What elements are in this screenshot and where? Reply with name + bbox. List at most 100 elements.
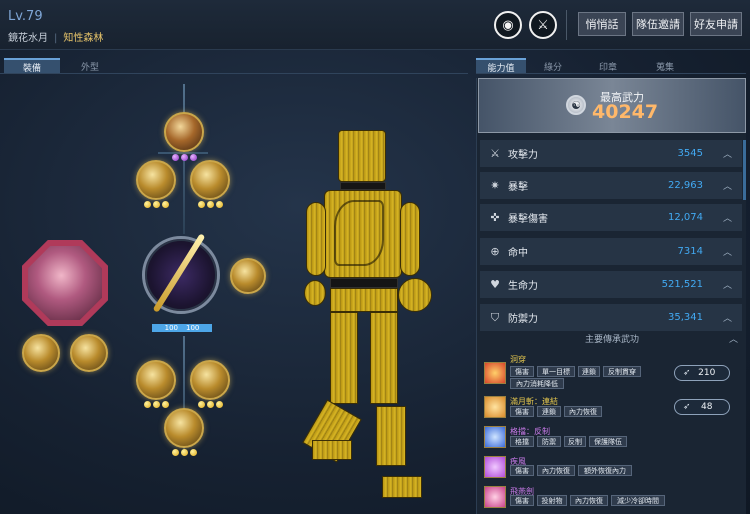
upgrade-dots [138, 401, 174, 409]
character-model[interactable] [290, 120, 470, 510]
stat-value: 35,341 [667, 312, 703, 323]
skill-count: 210 [698, 368, 716, 378]
skill-tag: 反制貫穿 [603, 366, 641, 377]
chevron-up-icon[interactable]: ︿ [723, 245, 732, 258]
stat-label: 暴擊傷害 [508, 214, 548, 225]
stat-value: 3545 [677, 148, 703, 159]
stat-row-critical-damage[interactable]: ✜ 暴擊傷害 12,074 ︿ [480, 204, 742, 232]
skill-tag: 反制 [564, 436, 586, 447]
stat-row-critical[interactable]: ✷ 暴擊 22,963 ︿ [480, 172, 742, 200]
stat-label: 暴擊 [508, 182, 528, 193]
skill-points-icon: ➶ [683, 402, 691, 412]
equip-slot-gloves[interactable] [164, 408, 204, 448]
skill-tag: 傷害 [510, 465, 534, 476]
skill-tag: 防禦 [537, 436, 561, 447]
skill-icon-swallow-sword[interactable] [484, 486, 506, 508]
equip-slot-necklace[interactable] [190, 160, 230, 200]
model-waist [330, 278, 398, 288]
skill-tag: 格擋 [510, 436, 534, 447]
skill-points-icon: ➶ [683, 368, 691, 378]
header-divider [566, 10, 567, 40]
model-right-foot [382, 476, 422, 498]
weapon-durability-bar: 100 100 [152, 324, 212, 332]
critical-damage-icon: ✜ [490, 211, 500, 224]
stat-value: 521,521 [661, 279, 703, 290]
skill-count-pill: ➶ 48 [674, 399, 730, 415]
skill-icon-full-moon-slash[interactable] [484, 396, 506, 418]
stat-value: 22,963 [667, 180, 703, 191]
upgrade-dots [166, 154, 202, 162]
skill-tag: 內力恢復 [570, 495, 608, 506]
model-left-leg [330, 312, 358, 404]
health-icon: ♥ [490, 278, 500, 291]
party-invite-button[interactable]: 隊伍邀請 [632, 12, 684, 36]
skill-count: 48 [701, 402, 713, 412]
stat-row-health[interactable]: ♥ 生命力 521,521 ︿ [480, 271, 742, 299]
tab-appearance[interactable]: 外型 [62, 58, 118, 74]
stat-row-attack[interactable]: ⚔ 攻擊力 3545 ︿ [480, 140, 742, 168]
durability-max: 100 [186, 324, 200, 332]
attack-icon: ⚔ [490, 147, 500, 160]
character-name: 鏡花水月 [8, 33, 48, 44]
emblem-icon[interactable]: ◉ [494, 11, 522, 39]
stat-label: 攻擊力 [508, 150, 538, 161]
equip-slot-ring[interactable] [164, 112, 204, 152]
equip-slot-gem[interactable] [70, 334, 108, 372]
skill-count-pill: ➶ 210 [674, 365, 730, 381]
skill-icon-piercing[interactable] [484, 362, 506, 384]
skill-tag: 減少冷卻時間 [611, 495, 665, 506]
cherry-tree-icon [28, 246, 102, 320]
guild-name: 知性森林 [63, 33, 104, 44]
name-separator: | [54, 33, 58, 44]
right-tab-underline [476, 73, 746, 74]
stat-label: 生命力 [508, 281, 538, 292]
sword-badge-icon[interactable]: ⚔ [529, 11, 557, 39]
skill-tag: 連鎖 [578, 366, 600, 377]
model-left-hand [304, 280, 326, 306]
model-left-arm [306, 202, 326, 276]
chevron-up-icon[interactable]: ︿ [723, 179, 732, 192]
tab-collection[interactable]: 蒐集 [638, 58, 692, 74]
accuracy-icon: ⊕ [490, 245, 500, 258]
equip-slot-soulshield[interactable] [230, 258, 266, 294]
skill-name: 洞穿 [510, 355, 526, 364]
model-right-leg [370, 312, 398, 404]
chevron-up-icon[interactable]: ︿ [723, 311, 732, 324]
friend-request-button[interactable]: 好友申請 [690, 12, 742, 36]
dragon-pattern-icon [334, 200, 384, 266]
tab-stats[interactable]: 能力值 [476, 58, 526, 74]
upgrade-dots [166, 449, 202, 457]
whisper-button[interactable]: 悄悄話 [578, 12, 626, 36]
skill-tag: 傷害 [510, 495, 534, 506]
tab-bonds[interactable]: 綠分 [528, 58, 578, 74]
stat-row-defense[interactable]: ⛉ 防禦力 35,341 ︿ [480, 304, 742, 332]
stat-row-accuracy[interactable]: ⊕ 命中 7314 ︿ [480, 238, 742, 266]
skill-tag: 連鎖 [537, 406, 561, 417]
character-name-row: 鏡花水月 | 知性森林 [8, 29, 103, 44]
chevron-up-icon[interactable]: ︿ [723, 211, 732, 224]
stat-value: 7314 [677, 246, 703, 257]
tab-seals[interactable]: 印章 [580, 58, 636, 74]
character-level: Lv.79 [8, 9, 43, 24]
model-right-hand [398, 278, 432, 312]
durability-current: 100 [164, 324, 178, 332]
skill-icon-block-counter[interactable] [484, 426, 506, 448]
tab-equipment[interactable]: 裝備 [4, 58, 60, 74]
stats-scrollbar[interactable] [743, 140, 746, 200]
equip-slot-earring[interactable] [136, 160, 176, 200]
power-emblem-icon: ☯ [566, 95, 586, 115]
skill-icon-gale[interactable] [484, 456, 506, 478]
skill-tag: 內力消耗降低 [510, 378, 564, 389]
skills-section-header[interactable]: 主要傳承武功 ︿ [478, 331, 746, 345]
upgrade-dots [192, 201, 228, 209]
equip-slot-talisman[interactable] [22, 334, 60, 372]
model-hips [330, 288, 398, 312]
equip-slot-bracelet[interactable] [136, 360, 176, 400]
stat-label: 防禦力 [508, 314, 538, 325]
chevron-up-icon[interactable]: ︿ [729, 332, 738, 345]
chevron-up-icon[interactable]: ︿ [723, 147, 732, 160]
chevron-up-icon[interactable]: ︿ [723, 278, 732, 291]
equip-slot-belt[interactable] [190, 360, 230, 400]
skill-tag: 傷害 [510, 366, 534, 377]
stat-label: 命中 [508, 248, 528, 259]
